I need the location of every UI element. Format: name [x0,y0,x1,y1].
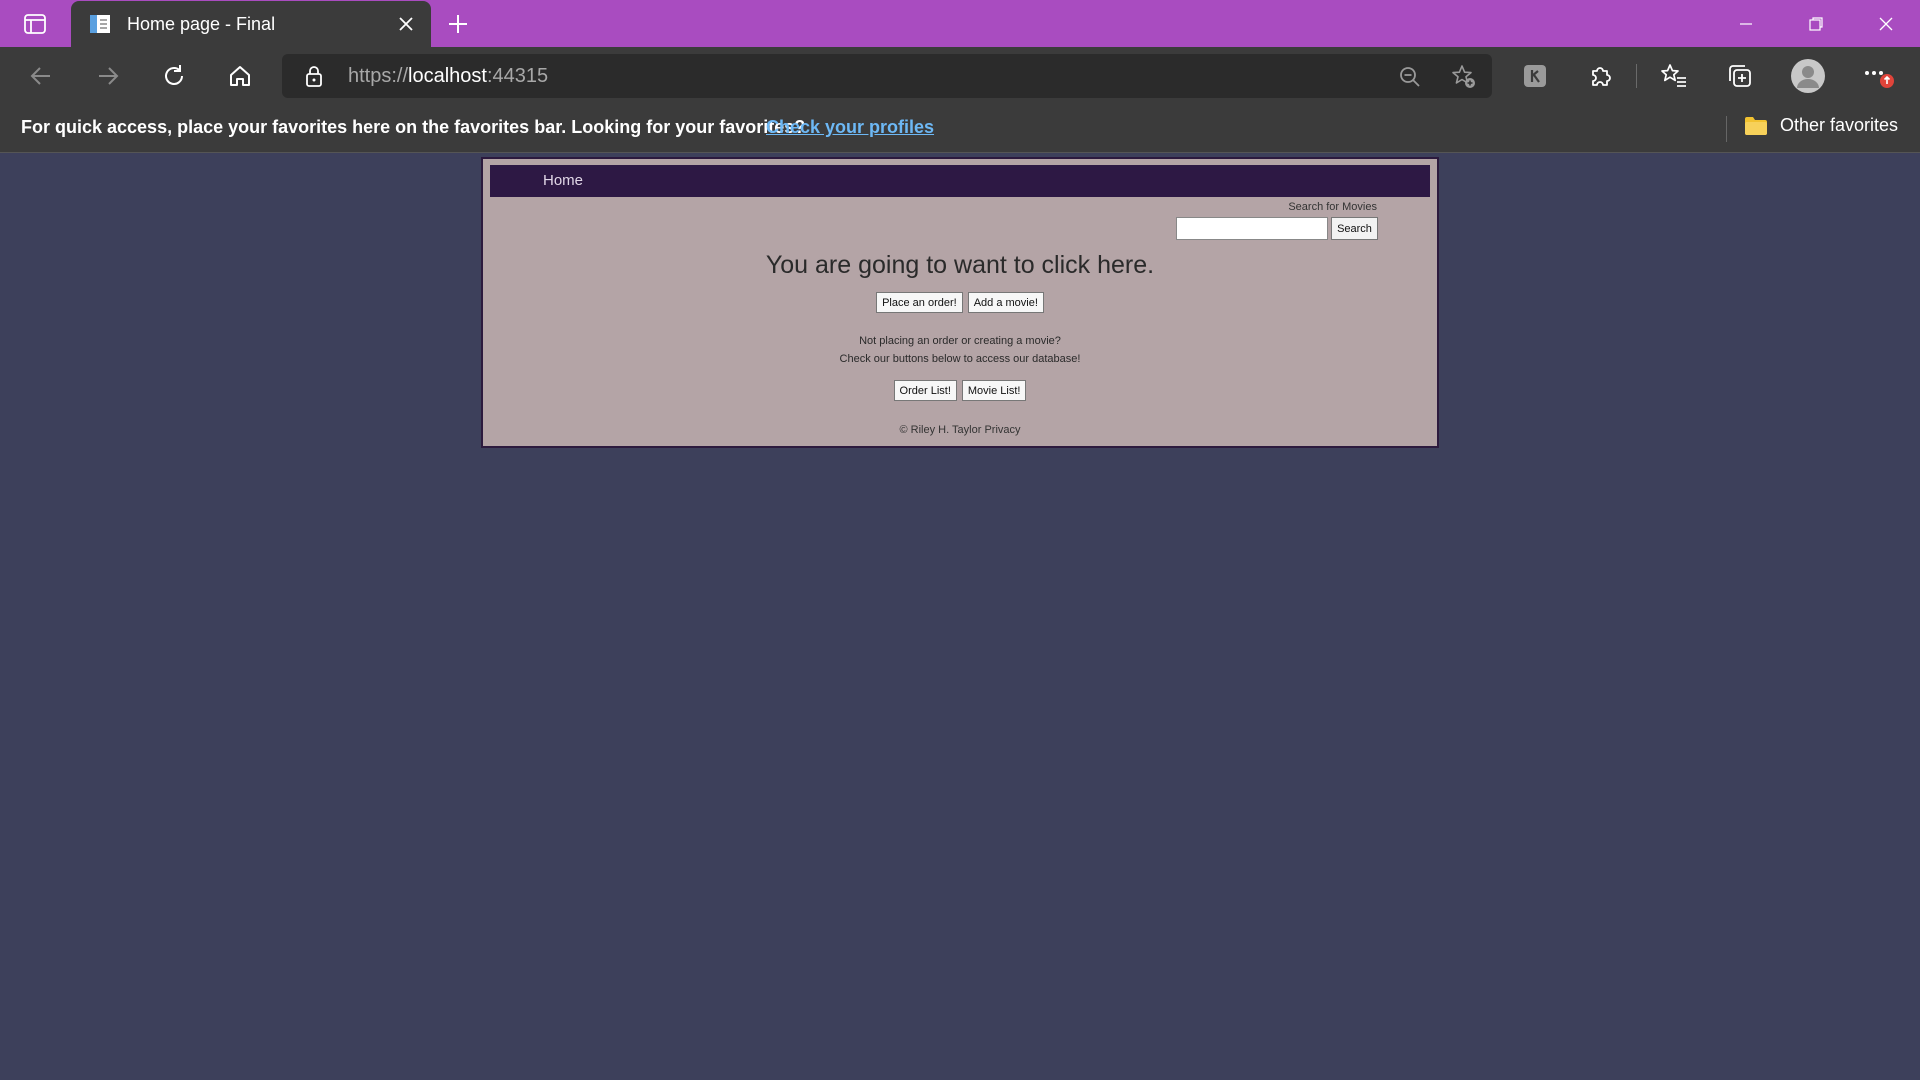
site-navbar: Home [490,165,1430,197]
order-list-button[interactable]: Order List! [893,380,957,401]
add-movie-button[interactable]: Add a movie! [967,292,1044,313]
site-footer: © Riley H. Taylor Privacy [483,424,1437,436]
site-container: Home Search for Movies Search You are go… [481,157,1439,448]
secondary-button-row: Order List! Movie List! [483,380,1437,401]
favorites-divider [1726,116,1727,142]
plus-icon[interactable] [440,6,476,42]
page-headline: You are going to want to click here. [765,251,1155,279]
star-add-icon[interactable] [1450,63,1478,91]
copyright-text: © Riley H. Taylor [899,424,982,436]
minimize-icon[interactable] [1712,0,1780,47]
place-order-button[interactable]: Place an order! [876,292,963,313]
other-favorites-label: Other favorites [1780,115,1899,135]
page-favicon-icon [87,11,113,37]
extension-app-icon[interactable] [1515,56,1555,96]
favorites-bar-message: For quick access, place your favorites h… [21,117,806,137]
more-menu-icon[interactable] [1858,56,1898,96]
favorites-bar: For quick access, place your favorites h… [0,104,1920,153]
tab-actions-icon[interactable] [14,10,56,38]
restore-icon[interactable] [1782,0,1850,47]
extension-puzzle-icon[interactable] [1581,56,1621,96]
home-icon[interactable] [220,56,260,96]
close-icon[interactable] [389,7,423,41]
toolbar-divider [1636,64,1637,88]
check-profiles-link[interactable]: Check your profiles [766,117,934,138]
nav-home-link[interactable]: Home [543,172,583,189]
collections-icon[interactable] [1720,56,1760,96]
zoom-out-icon[interactable] [1396,63,1424,91]
note-line-2: Check our buttons below to access our da… [839,353,1081,365]
lock-icon[interactable] [302,64,326,88]
other-favorites-button[interactable]: Other favorites [1744,115,1898,136]
forward-arrow-icon[interactable] [88,56,128,96]
note-line-1: Not placing an order or creating a movie… [859,335,1061,347]
search-button[interactable]: Search [1331,217,1378,240]
back-arrow-icon[interactable] [21,56,61,96]
browser-toolbar: https://localhost:44315 [0,47,1920,104]
search-input[interactable] [1176,217,1328,240]
url-text: https://localhost:44315 [348,65,549,87]
favorites-star-icon[interactable] [1654,56,1694,96]
privacy-link[interactable]: Privacy [984,424,1020,436]
primary-button-row: Place an order! Add a movie! [483,292,1437,313]
address-bar[interactable]: https://localhost:44315 [282,54,1492,98]
movie-list-button[interactable]: Movie List! [961,380,1027,401]
browser-tab-bar: Home page - Final [0,0,1920,47]
active-tab[interactable]: Home page - Final [71,1,431,47]
refresh-icon[interactable] [154,56,194,96]
window-close-icon[interactable] [1852,0,1920,47]
tab-title: Home page - Final [127,13,276,34]
folder-icon [1744,116,1768,136]
search-label: Search for Movies [1288,201,1377,213]
profile-avatar-icon[interactable] [1788,56,1828,96]
